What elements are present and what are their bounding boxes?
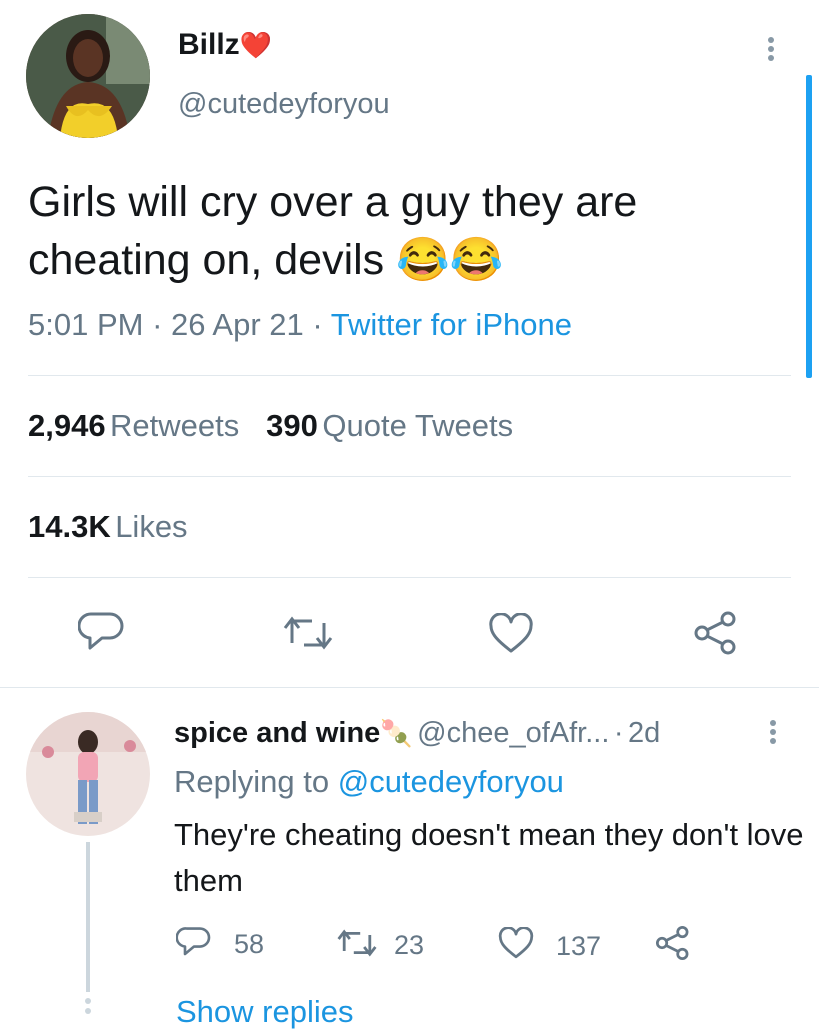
share-icon[interactable] (654, 925, 692, 966)
divider (0, 687, 819, 688)
retweets-label[interactable]: Retweets (110, 408, 239, 443)
reply-author-avatar[interactable] (26, 712, 150, 836)
replying-to: Replying to @cutedeyforyou (174, 764, 564, 800)
reply-action-like[interactable]: 137 (498, 926, 602, 965)
replying-handle[interactable]: @cutedeyforyou (338, 764, 564, 799)
reply-icon[interactable] (78, 610, 126, 654)
retweet-icon[interactable] (336, 927, 378, 964)
replying-prefix: Replying to (174, 764, 330, 799)
thread-dots (85, 998, 91, 1014)
quotes-count[interactable]: 390 (266, 408, 318, 443)
tweet-date: 26 Apr 21 (171, 307, 304, 342)
reply-like-count: 137 (556, 930, 602, 961)
author-name-row: Billz❤️ (178, 28, 272, 62)
tweet-time: 5:01 PM (28, 307, 144, 342)
tweet-text: Girls will cry over a guy they are cheat… (28, 178, 638, 284)
reply-age: 2d (627, 717, 661, 749)
likes-label[interactable]: Likes (115, 509, 187, 544)
reply-author-handle[interactable]: @chee_ofAfr... (417, 717, 609, 749)
reply-header: spice and wine🍡 @chee_ofAfr... · 2d (174, 717, 661, 749)
divider (28, 375, 791, 376)
retweet-stats: 2,946 Retweets 390 Quote Tweets (28, 408, 513, 444)
reply-action-retweet[interactable]: 23 (336, 927, 424, 964)
thread-line (86, 842, 90, 992)
more-vertical-icon[interactable] (768, 34, 774, 64)
divider (28, 577, 791, 578)
share-icon[interactable] (692, 610, 740, 656)
reply-action-reply[interactable]: 58 (175, 925, 265, 964)
reply-text: They're cheating doesn't mean they don't… (174, 817, 804, 898)
reply-more-vertical-icon[interactable] (770, 717, 776, 747)
show-replies-link[interactable]: Show replies (176, 994, 353, 1030)
reply-author-name[interactable]: spice and wine (174, 717, 380, 749)
quotes-label[interactable]: Quote Tweets (322, 408, 513, 443)
author-handle[interactable]: @cutedeyforyou (178, 88, 390, 121)
retweets-count[interactable]: 2,946 (28, 408, 106, 443)
reply-count: 58 (234, 929, 265, 959)
like-stats: 14.3K Likes (28, 509, 188, 545)
divider (28, 476, 791, 477)
reply-retweet-count: 23 (394, 930, 425, 960)
author-avatar[interactable] (26, 14, 150, 138)
likes-count[interactable]: 14.3K (28, 509, 111, 544)
reply-icon[interactable] (175, 925, 212, 964)
scrollbar-thumb[interactable] (806, 75, 812, 378)
tweet-source[interactable]: Twitter for iPhone (331, 307, 572, 342)
retweet-icon[interactable] (282, 613, 334, 653)
dango-emoji-icon: 🍡 (380, 718, 413, 748)
tweet-meta: 5:01 PM · 26 Apr 21 · Twitter for iPhone (28, 307, 572, 342)
author-name[interactable]: Billz (178, 28, 240, 61)
like-icon[interactable] (488, 613, 534, 655)
like-icon[interactable] (498, 926, 534, 965)
heart-emoji-icon: ❤️ (239, 30, 273, 60)
